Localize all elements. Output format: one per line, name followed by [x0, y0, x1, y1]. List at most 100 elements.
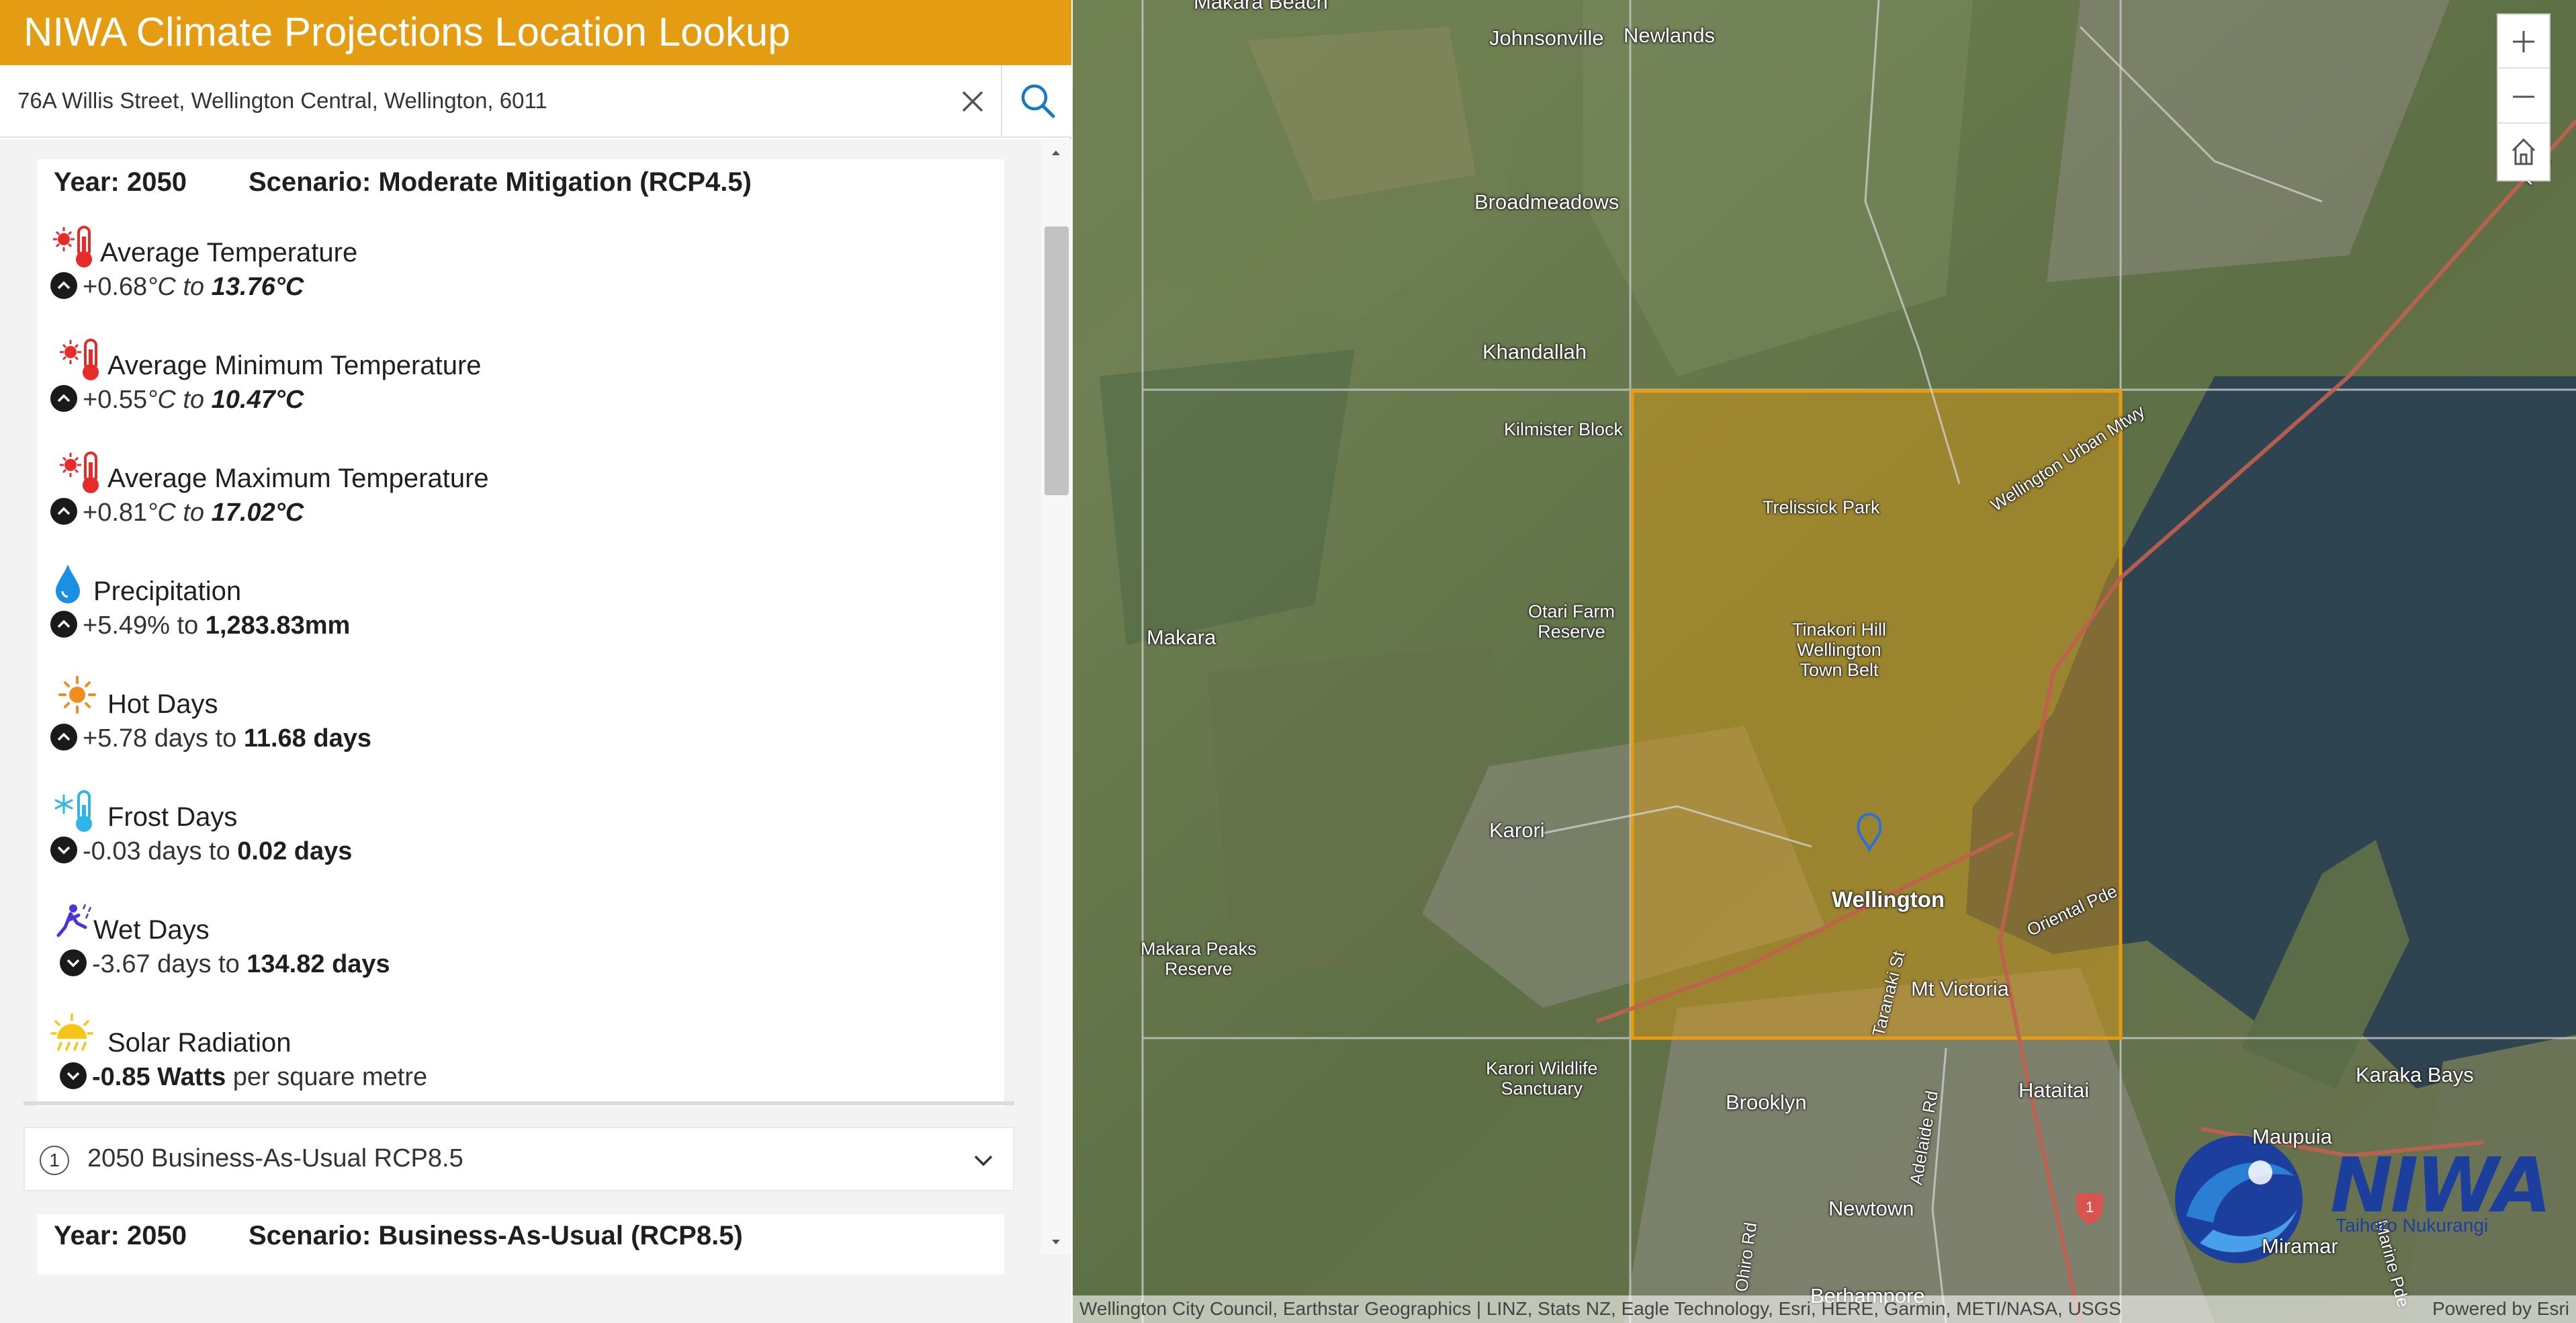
place-label: Kilmister Block	[1504, 419, 1624, 439]
metric-precipitation: Precipitation +5.49% to 1,283.83mm	[50, 562, 991, 669]
place-label: Tinakori Hill Wellington Town Belt	[1792, 620, 1887, 680]
title-bar: NIWA Climate Projections Location Lookup	[0, 0, 1071, 65]
metric-hot-days: Hot Days +5.78 days to 11.68 days	[50, 675, 991, 782]
metric-title: Wet Days	[93, 915, 210, 945]
search-bar	[0, 65, 1071, 138]
metric-frost-days: Frost Days -0.03 days to 0.02 days	[50, 787, 991, 895]
place-label: Karaka Bays	[2356, 1063, 2474, 1086]
home-button[interactable]	[2498, 125, 2549, 179]
highway-shield-label: 1	[2086, 1199, 2094, 1215]
place-label: Johnsonville	[1489, 26, 1604, 50]
rain-person-icon	[50, 900, 99, 949]
section-label: 2050 Business-As-Usual RCP8.5	[87, 1144, 463, 1172]
map-view[interactable]: Makara Beach Johnsonville Newlands Broad…	[1073, 0, 2576, 1323]
map-zoom-controls	[2497, 13, 2550, 181]
place-label: Karori Wildlife Sanctuary	[1486, 1058, 1598, 1099]
metric-value: -0.85 Watts per square metre	[60, 1062, 427, 1098]
metric-title: Hot Days	[107, 689, 218, 719]
metric-title: Average Minimum Temperature	[107, 351, 482, 380]
zoom-in-button[interactable]	[2498, 15, 2549, 69]
close-icon[interactable]	[954, 83, 991, 120]
app-title: NIWA Climate Projections Location Lookup	[24, 9, 791, 54]
powered-by-link[interactable]: Powered by Esri	[2432, 1298, 2569, 1320]
scroll-up-icon[interactable]	[1049, 146, 1063, 159]
thermometer-sun-icon	[50, 223, 99, 271]
search-input[interactable]	[0, 65, 1001, 136]
metric-wet-days: Wet Days -3.67 days to 134.82 days	[50, 900, 991, 1008]
scenario-section-header[interactable]: 1 2050 Business-As-Usual RCP8.5	[24, 1127, 1014, 1191]
result-header: Year: 2050 Scenario: Business-As-Usual (R…	[54, 1221, 743, 1251]
attribution-text: Wellington City Council, Earthstar Geogr…	[1079, 1298, 2121, 1319]
place-label: Otari Farm Reserve	[1528, 601, 1615, 642]
thermometer-sun-icon	[57, 336, 105, 384]
year-label: Year: 2050	[54, 167, 187, 197]
scenario-label: Scenario: Moderate Mitigation (RCP4.5)	[249, 167, 752, 197]
metric-average-maximum-temperature: Average Maximum Temperature +0.81°C to 1…	[50, 449, 991, 556]
place-label: Brooklyn	[1726, 1091, 1807, 1114]
scroll-down-icon[interactable]	[1049, 1236, 1063, 1249]
place-label: Makara	[1147, 626, 1216, 649]
metric-title: Average Temperature	[100, 238, 358, 267]
arrow-up-icon	[50, 384, 77, 412]
raindrop-icon	[50, 562, 99, 610]
place-label: Hataitai	[2018, 1078, 2090, 1102]
snowflake-thermometer-icon	[50, 787, 99, 836]
results-scroll-area[interactable]: Year: 2050 Scenario: Moderate Mitigation …	[0, 139, 1071, 1323]
lookup-panel: NIWA Climate Projections Location Lookup…	[0, 0, 1071, 1323]
thermometer-sun-icon	[57, 449, 105, 497]
sun-icon	[57, 675, 105, 723]
metric-value: +5.49% to 1,283.83mm	[50, 610, 350, 646]
place-label: Mt Victoria	[1911, 977, 2009, 1000]
scenario-label: Scenario: Business-As-Usual (RCP8.5)	[249, 1221, 743, 1250]
metric-average-temperature: Average Temperature +0.68°C to 13.76°C	[50, 223, 991, 331]
metric-value: -0.03 days to 0.02 days	[50, 836, 352, 872]
home-icon	[2512, 138, 2536, 165]
arrow-down-icon	[60, 949, 87, 976]
metric-title: Precipitation	[93, 577, 242, 606]
map-attribution: Wellington City Council, Earthstar Geogr…	[1073, 1295, 2576, 1323]
result-header: Year: 2050 Scenario: Moderate Mitigation …	[54, 167, 752, 198]
metric-value: +0.55°C to 10.47°C	[50, 384, 304, 421]
year-label: Year: 2050	[54, 1221, 187, 1250]
place-label: Broadmeadows	[1474, 190, 1619, 214]
metric-value: +0.81°C to 17.02°C	[50, 497, 304, 534]
app-root: NIWA Climate Projections Location Lookup…	[0, 0, 2576, 1323]
arrow-up-icon	[50, 610, 77, 638]
metric-value: +0.68°C to 13.76°C	[50, 271, 304, 308]
arrow-up-icon	[50, 271, 77, 299]
section-divider	[24, 1101, 1014, 1105]
metric-value: -3.67 days to 134.82 days	[60, 949, 390, 985]
metric-title: Average Maximum Temperature	[107, 464, 489, 493]
zoom-out-button[interactable]	[2498, 70, 2549, 124]
search-button[interactable]	[1001, 65, 1071, 136]
chevron-down-icon[interactable]	[969, 1146, 998, 1175]
metric-title: Frost Days	[107, 802, 238, 832]
niwa-logo: NIWA Taihoro Nukurangi	[2160, 1136, 2563, 1263]
metric-title: Solar Radiation	[107, 1028, 292, 1058]
logo-subtext: Taihoro Nukurangi	[2336, 1215, 2489, 1236]
place-label: Makara Peaks Reserve	[1141, 939, 1257, 979]
arrow-down-icon	[50, 836, 77, 863]
minus-icon	[2513, 95, 2534, 98]
arrow-down-icon	[60, 1062, 87, 1089]
metric-value: +5.78 days to 11.68 days	[50, 723, 371, 759]
place-label: Newtown	[1828, 1197, 1914, 1220]
place-label: Newlands	[1624, 24, 1716, 47]
section-number-badge: 1	[40, 1146, 69, 1175]
metric-average-minimum-temperature: Average Minimum Temperature +0.55°C to 1…	[50, 336, 991, 443]
place-label: Khandallah	[1482, 340, 1587, 364]
result-card-rcp85: Year: 2050 Scenario: Business-As-Usual (R…	[37, 1214, 1004, 1275]
place-label: Karori	[1489, 818, 1545, 842]
result-card-rcp45: Year: 2050 Scenario: Moderate Mitigation …	[37, 159, 1004, 1107]
solar-radiation-icon	[50, 1013, 99, 1062]
place-label: Trelissick Park	[1763, 497, 1880, 517]
scrollbar-thumb[interactable]	[1045, 226, 1069, 495]
place-label: Wellington	[1832, 887, 1945, 912]
scrollbar[interactable]	[1041, 139, 1071, 1254]
search-icon	[1021, 84, 1055, 118]
arrow-up-icon	[50, 497, 77, 525]
place-label: Makara Beach	[1194, 0, 1328, 13]
plus-icon	[2513, 31, 2534, 52]
metric-solar-radiation: Solar Radiation -0.85 Watts per square m…	[50, 1013, 991, 1107]
arrow-up-icon	[50, 723, 77, 751]
